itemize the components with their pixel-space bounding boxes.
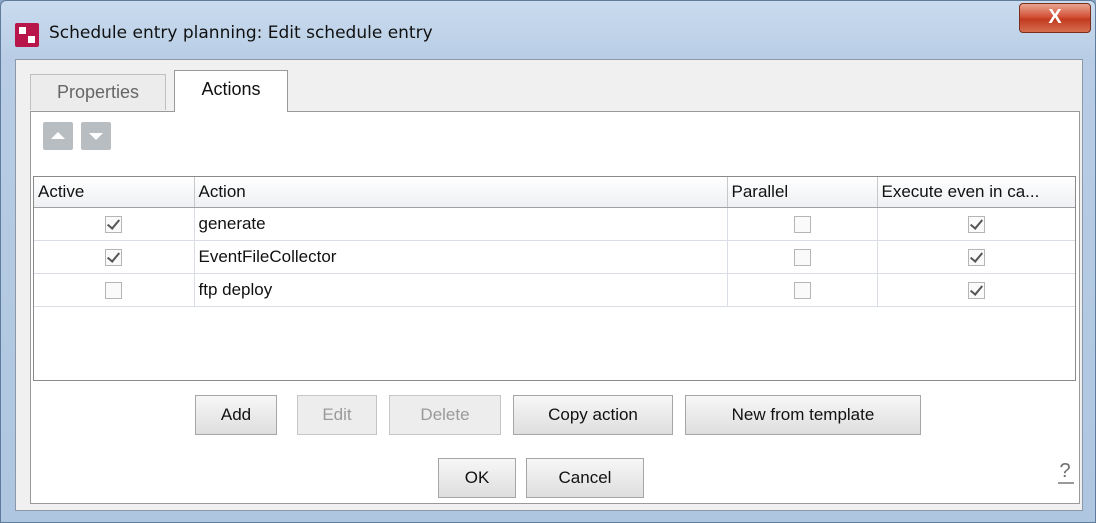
parallel-checkbox[interactable] [793,282,811,300]
app-logo-icon [15,23,39,47]
parallel-checkbox[interactable] [793,216,811,234]
active-checkbox[interactable] [105,216,123,234]
execute-checkbox[interactable] [967,282,985,300]
actions-panel: Active Action Parallel Execute even in c… [30,111,1080,504]
title-bar: Schedule entry planning: Edit schedule e… [1,1,1095,59]
table-row[interactable]: generate [34,207,1075,241]
dialog-body: Properties Actions Active Action Paralle… [15,59,1083,511]
new-from-template-button[interactable]: New from template [685,395,921,435]
parallel-checkbox[interactable] [793,249,811,267]
table-header-row: Active Action Parallel Execute even in c… [34,177,1075,208]
move-down-button[interactable] [81,122,111,150]
tab-properties[interactable]: Properties [30,74,166,110]
table-row[interactable]: ftp deploy [34,273,1075,307]
active-checkbox[interactable] [105,282,123,300]
column-header-action[interactable]: Action [194,177,728,208]
ok-button[interactable]: OK [438,458,516,498]
execute-checkbox[interactable] [967,249,985,267]
help-icon[interactable]: ? [1054,460,1076,484]
add-button[interactable]: Add [195,395,277,435]
column-header-parallel[interactable]: Parallel [727,177,878,208]
tab-actions[interactable]: Actions [174,70,288,112]
action-name: ftp deploy [194,273,728,307]
move-up-button[interactable] [43,122,73,150]
active-checkbox[interactable] [105,249,123,267]
dialog-window: Schedule entry planning: Edit schedule e… [0,0,1096,523]
window-title: Schedule entry planning: Edit schedule e… [49,23,433,43]
close-button[interactable]: X [1019,3,1091,33]
column-header-active[interactable]: Active [34,177,195,208]
column-header-execute[interactable]: Execute even in ca... [877,177,1075,208]
action-name: EventFileCollector [194,240,728,274]
delete-button[interactable]: Delete [389,395,501,435]
actions-table: Active Action Parallel Execute even in c… [33,176,1076,381]
execute-checkbox[interactable] [967,216,985,234]
table-row[interactable]: EventFileCollector [34,240,1075,274]
cancel-button[interactable]: Cancel [526,458,644,498]
edit-button[interactable]: Edit [297,395,377,435]
action-name: generate [194,207,728,241]
copy-action-button[interactable]: Copy action [513,395,673,435]
